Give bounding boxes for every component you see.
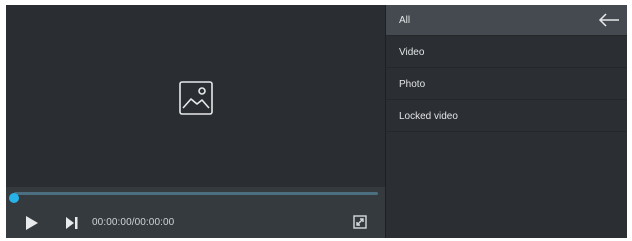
media-player-app: 00:00:00/00:00:00 All Video Photo Locked… [6,5,627,238]
progress-bar[interactable] [9,192,378,203]
media-filter-menu: All Video Photo Locked video [385,5,627,238]
menu-item-label: Locked video [399,111,458,122]
menu-item-label: Photo [399,79,426,90]
menu-item-all[interactable]: All [386,5,627,36]
player-panel: 00:00:00/00:00:00 [6,5,385,238]
playback-controls: 00:00:00/00:00:00 [6,187,385,238]
arrow-left-icon[interactable] [598,12,620,28]
menu-item-label: Video [399,47,425,58]
time-display: 00:00:00/00:00:00 [92,217,175,228]
menu-item-locked-video[interactable]: Locked video [386,101,627,132]
menu-item-label: All [399,15,411,26]
progress-knob[interactable] [9,193,19,203]
skip-next-icon[interactable] [65,216,79,230]
fullscreen-icon[interactable] [353,215,367,229]
menu-item-photo[interactable]: Photo [386,69,627,100]
play-icon[interactable] [25,215,39,231]
menu-item-video[interactable]: Video [386,37,627,68]
media-viewport[interactable] [6,5,385,187]
image-icon [179,81,213,115]
